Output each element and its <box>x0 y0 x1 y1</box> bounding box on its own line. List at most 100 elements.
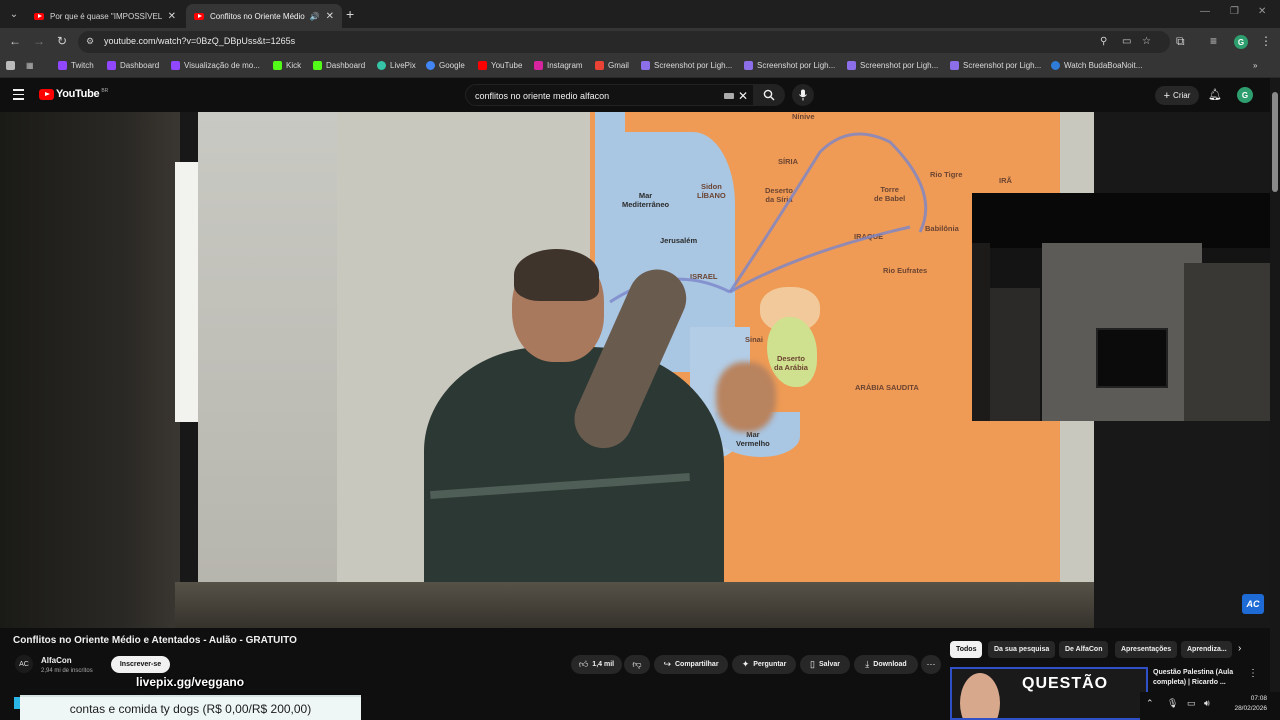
chip-apresentacoes[interactable]: Apresentações <box>1115 641 1178 658</box>
close-tab-icon[interactable]: ✕ <box>168 11 176 22</box>
plus-icon: + <box>1163 89 1171 102</box>
youtube-logo[interactable]: YouTube BR <box>39 88 108 100</box>
speaker-icon[interactable]: 🔊 <box>310 12 320 21</box>
like-button[interactable]: 👍︎ 1,4 mil <box>571 655 622 674</box>
channel-avatar[interactable]: AC <box>15 655 33 673</box>
cast-icon[interactable]: ▭ <box>1122 36 1131 47</box>
tab-conflitos[interactable]: Conflitos no Oriente Médio 🔊 ✕ <box>186 4 342 28</box>
chip-todos[interactable]: Todos <box>950 641 983 658</box>
twitch-icon <box>107 61 116 70</box>
more-icon: ⋯ <box>926 659 936 669</box>
share-button[interactable]: ↪ Compartilhar <box>654 655 728 674</box>
bookmark-kick-dashboard[interactable]: Dashboard <box>313 61 365 70</box>
minimize-icon[interactable]: — <box>1200 6 1210 17</box>
download-icon: ⤓ <box>865 659 870 669</box>
profile-avatar[interactable]: G <box>1234 35 1248 49</box>
tray-expand-icon[interactable]: ⌃ <box>1146 698 1154 709</box>
voice-search-button[interactable] <box>792 84 814 106</box>
forward-button[interactable]: → <box>33 34 45 48</box>
keyboard-icon[interactable] <box>724 93 734 99</box>
bookmark-instagram[interactable]: Instagram <box>534 61 583 70</box>
reading-list-icon[interactable]: ≡ <box>1210 34 1217 48</box>
bookmark-dashboard[interactable]: Dashboard <box>107 61 159 70</box>
search-input[interactable]: conflitos no oriente medio alfacon ✕ <box>465 84 754 106</box>
youtube-header: YouTube BR conflitos no oriente medio al… <box>0 78 1280 112</box>
close-tab-icon[interactable]: ✕ <box>326 11 334 22</box>
subscribe-button[interactable]: Inscrever-se <box>111 656 170 673</box>
microphone-tray-icon[interactable]: 🎙︎ <box>1167 698 1178 709</box>
microphone-icon <box>799 89 807 101</box>
recommendation-thumbnail[interactable]: QUESTÃO <box>950 667 1148 720</box>
notifications-bell-icon[interactable]: 🔔︎ <box>1208 88 1222 101</box>
save-button[interactable]: ▯ Salvar <box>800 655 850 674</box>
bookmark-screenshot-3[interactable]: Screenshot por Ligh... <box>847 61 938 70</box>
bookmark-google[interactable]: Google <box>426 61 465 70</box>
bookmark-livepix[interactable]: LivePix <box>377 61 416 70</box>
bookmarks-bar: ▦ Twitch Dashboard Visualização de mo...… <box>0 56 1280 78</box>
chips-next-icon[interactable]: › <box>1238 643 1241 654</box>
address-bar[interactable]: ⚙ youtube.com/watch?v=0BzQ_DBpUss&t=1265… <box>78 31 1170 53</box>
video-room-wall <box>0 112 180 628</box>
bookmark-screenshot-2[interactable]: Screenshot por Ligh... <box>744 61 835 70</box>
account-avatar[interactable]: G <box>1237 87 1253 103</box>
chip-aprendizagem[interactable]: Aprendiza... <box>1181 641 1232 658</box>
site-info-icon[interactable]: ⚙ <box>86 36 94 47</box>
bookmark-youtube[interactable]: YouTube <box>478 61 522 70</box>
tab-por-que[interactable]: Por que é quase "IMPOSSÍVEL" ✕ <box>26 4 184 28</box>
back-button[interactable]: ← <box>9 34 21 48</box>
video-player[interactable]: SÍRIA IRÃ Sidon LÍBANO Mar Mediterrâneo … <box>0 112 1270 628</box>
page-scrollbar[interactable] <box>1270 78 1280 720</box>
clear-search-icon[interactable]: ✕ <box>738 89 748 103</box>
video-projection-margin <box>198 112 338 602</box>
search-button[interactable] <box>753 84 785 106</box>
bookmark-watch-buda[interactable]: Watch BudaBoaNoit... <box>1051 61 1142 70</box>
bookmark-visualizacao[interactable]: Visualização de mo... <box>171 61 260 70</box>
youtube-icon <box>478 61 487 70</box>
new-tab-button[interactable]: + <box>346 6 354 22</box>
volume-tray-icon[interactable]: 🔊︎ <box>1204 698 1210 709</box>
bookmark-kick[interactable]: Kick <box>273 61 301 70</box>
display-tray-icon[interactable]: ▭ <box>1187 698 1196 709</box>
create-button[interactable]: + Criar <box>1155 86 1199 105</box>
download-button[interactable]: ⤓ Download <box>854 655 918 674</box>
bookmark-screenshot-1[interactable]: Screenshot por Ligh... <box>641 61 732 70</box>
share-icon: ↪ <box>663 659 671 669</box>
bookmark-star-icon[interactable]: ☆ <box>1142 36 1151 47</box>
watch-icon <box>1051 61 1060 70</box>
bookmark-gmail[interactable]: Gmail <box>595 61 629 70</box>
recommendation-title[interactable]: Questão Palestina (Aula completa) | Rica… <box>1153 668 1251 688</box>
chip-da-sua-pesquisa[interactable]: Da sua pesquisa <box>988 641 1056 658</box>
system-clock[interactable]: 07:08 28/02/2026 <box>1225 694 1267 714</box>
bookmark-screenshot-4[interactable]: Screenshot por Ligh... <box>950 61 1041 70</box>
more-actions-button[interactable]: ⋯ <box>921 655 941 674</box>
ask-button[interactable]: ✦ Perguntar <box>732 655 796 674</box>
twitch-icon <box>171 61 180 70</box>
search-icon <box>763 89 775 101</box>
video-presenter-hand <box>716 362 776 432</box>
reload-button[interactable]: ↻ <box>57 34 67 48</box>
video-screen-bottom <box>175 582 1094 628</box>
clock-time: 07:08 <box>1250 695 1267 702</box>
tab-search-icon[interactable]: ⌄ <box>6 6 22 22</box>
apps-icon[interactable] <box>6 61 19 70</box>
scrollbar-thumb[interactable] <box>1272 92 1278 192</box>
recommendation-more-icon[interactable]: ⋮ <box>1248 668 1258 679</box>
close-window-icon[interactable]: ✕ <box>1258 6 1266 17</box>
alfacon-watermark: AC <box>1242 594 1264 614</box>
feather-icon <box>950 61 959 70</box>
grid-icon[interactable]: ▦ <box>26 61 34 70</box>
sparkle-icon: ✦ <box>741 659 750 669</box>
bookmark-twitch[interactable]: Twitch <box>58 61 94 70</box>
zoom-icon[interactable]: ⚲ <box>1100 36 1107 47</box>
restore-icon[interactable]: ❐ <box>1230 6 1239 17</box>
hamburger-menu-icon[interactable] <box>13 89 24 103</box>
browser-menu-icon[interactable]: ⋮ <box>1260 34 1272 48</box>
url-text[interactable]: youtube.com/watch?v=0BzQ_DBpUss&t=1265s <box>104 36 295 46</box>
thumbs-up-icon: 👍︎ <box>578 659 589 669</box>
webcam-overlay <box>972 193 1270 421</box>
chip-de-alfacon[interactable]: De AlfaCon <box>1059 641 1109 658</box>
dislike-button[interactable]: 👎︎ <box>624 655 650 674</box>
channel-name[interactable]: AlfaCon <box>41 656 72 665</box>
more-bookmarks-icon[interactable]: » <box>1253 61 1257 70</box>
extensions-icon[interactable]: ⧉ <box>1176 34 1185 49</box>
